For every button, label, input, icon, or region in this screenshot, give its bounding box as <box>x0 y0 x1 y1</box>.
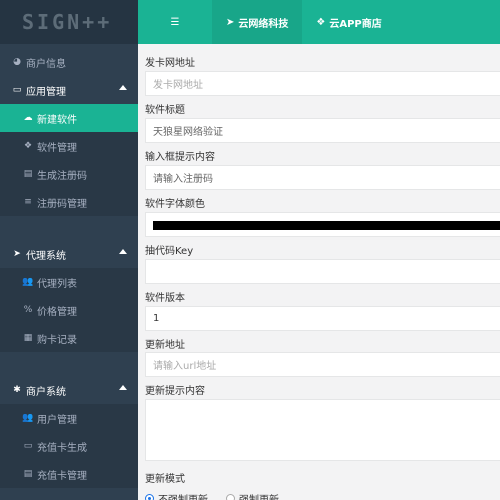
credit-card-icon: ▭ <box>23 441 33 451</box>
paper-plane-icon: ➤ <box>13 249 21 259</box>
main-form: 发卡网地址 发卡网地址 软件标题 天狼星网络验证 输入框提示内容 请输入注册码 … <box>138 44 500 500</box>
sidebar-item-label: 注册码管理 <box>37 198 87 210</box>
sidebar-item-label: 充值卡生成 <box>37 442 87 454</box>
list-icon: ☰ <box>170 16 180 28</box>
color-swatch <box>153 221 500 230</box>
bug-icon: ✱ <box>13 385 21 395</box>
sidebar-item-recharge-card-management[interactable]: ▤ 充值卡管理 <box>0 460 138 488</box>
keyboard-icon: ▤ <box>23 169 33 179</box>
version-label: 软件版本 <box>145 293 185 304</box>
window-icon: ▭ <box>12 85 22 95</box>
calculator-icon: ▦ <box>23 333 33 343</box>
top-navbar: ☰ ➤ 云网络科技 ❖ 云APP商店 <box>138 0 500 44</box>
sidebar: SIGN++ ◕ 商户信息 ▭ 应用管理 ☁ 新建软件 ❖ 软件管理 ▤ 生成注… <box>0 0 138 500</box>
sidebar-item-purchase-records[interactable]: ▦ 购卡记录 <box>0 324 138 352</box>
paper-plane-icon: ➤ <box>226 16 235 28</box>
logo-text: SIGN++ <box>22 10 113 34</box>
update-url-input[interactable]: 请输入url地址 <box>145 352 500 377</box>
update-hint-label: 更新提示内容 <box>145 386 205 397</box>
sidebar-item-label: 生成注册码 <box>37 170 87 182</box>
users-icon: 👥 <box>22 413 34 423</box>
update-url-label: 更新地址 <box>145 340 185 351</box>
keyboard-icon: ▤ <box>23 469 33 479</box>
sidebar-item-recharge-card-generate[interactable]: ▭ 充值卡生成 <box>0 432 138 460</box>
menu-toggle-button[interactable]: ☰ <box>138 0 212 44</box>
caret-up-icon <box>119 85 127 90</box>
sidebar-item-user-management[interactable]: 👥 用户管理 <box>0 404 138 432</box>
radio-option-forced[interactable]: 强制更新 <box>226 491 279 500</box>
card-url-label: 发卡网地址 <box>145 58 195 69</box>
software-title-input[interactable]: 天狼星网络验证 <box>145 118 500 143</box>
sidebar-item-generate-code[interactable]: ▤ 生成注册码 <box>0 160 138 188</box>
sidebar-item-agent-list[interactable]: 👥 代理列表 <box>0 268 138 296</box>
software-title-label: 软件标题 <box>145 105 185 116</box>
font-color-picker[interactable] <box>145 212 500 237</box>
sidebar-item-label: 代理列表 <box>37 278 77 290</box>
card-url-input[interactable]: 发卡网地址 <box>145 71 500 96</box>
sidebar-item-label: 用户管理 <box>37 414 77 426</box>
dropbox-icon: ❖ <box>316 16 326 28</box>
lottery-key-input[interactable] <box>145 259 500 284</box>
cloud-icon: ☁ <box>23 113 33 123</box>
update-hint-textarea[interactable] <box>145 399 500 461</box>
sidebar-item-label: 商户信息 <box>26 58 66 70</box>
tab-label: 云APP商店 <box>329 18 382 30</box>
input-hint-input[interactable]: 请输入注册码 <box>145 165 500 190</box>
sidebar-group-title: 应用管理 <box>26 86 66 98</box>
cubes-icon: ❖ <box>23 141 33 151</box>
sidebar-item-label: 软件管理 <box>37 142 77 154</box>
update-mode-label: 更新模式 <box>145 474 185 485</box>
caret-up-icon <box>119 385 127 390</box>
sidebar-item-software-management[interactable]: ❖ 软件管理 <box>0 132 138 160</box>
version-input[interactable]: 1 <box>145 306 500 331</box>
sidebar-item-label: 充值卡管理 <box>37 470 87 482</box>
sidebar-group-agent-system[interactable]: ➤ 代理系统 <box>0 240 138 268</box>
percent-icon: % <box>23 305 33 315</box>
radio-label: 强制更新 <box>239 491 279 500</box>
caret-up-icon <box>119 249 127 254</box>
dashboard-icon: ◕ <box>13 57 21 67</box>
update-mode-radio-group: 不强制更新 强制更新 <box>145 491 297 500</box>
sidebar-group-merchant-system[interactable]: ✱ 商户系统 <box>0 376 138 404</box>
radio-button[interactable] <box>226 494 235 500</box>
sidebar-item-code-management[interactable]: ≡ 注册码管理 <box>0 188 138 216</box>
logo[interactable]: SIGN++ <box>0 0 138 44</box>
users-icon: 👥 <box>22 277 34 287</box>
tab-label: 云网络科技 <box>238 18 289 30</box>
input-hint-label: 输入框提示内容 <box>145 152 215 163</box>
tab-app-store[interactable]: ❖ 云APP商店 <box>302 0 395 44</box>
sidebar-item-new-software[interactable]: ☁ 新建软件 <box>0 104 138 132</box>
font-color-label: 软件字体颜色 <box>145 199 205 210</box>
list-icon: ≡ <box>24 197 32 207</box>
sidebar-group-title: 商户系统 <box>26 386 66 398</box>
sidebar-item-price-management[interactable]: % 价格管理 <box>0 296 138 324</box>
sidebar-group-app-management[interactable]: ▭ 应用管理 <box>0 76 138 104</box>
sidebar-group-title: 代理系统 <box>26 250 66 262</box>
tab-cloud-network[interactable]: ➤ 云网络科技 <box>212 0 303 44</box>
lottery-key-label: 抽代码Key <box>145 246 194 257</box>
radio-option-not-forced[interactable]: 不强制更新 <box>145 491 208 500</box>
sidebar-item-label: 新建软件 <box>37 114 77 126</box>
radio-label: 不强制更新 <box>158 491 208 500</box>
sidebar-item-label: 价格管理 <box>37 306 77 318</box>
radio-button[interactable] <box>145 494 154 500</box>
sidebar-item-merchant-info[interactable]: ◕ 商户信息 <box>0 48 138 76</box>
sidebar-item-label: 购卡记录 <box>37 334 77 346</box>
